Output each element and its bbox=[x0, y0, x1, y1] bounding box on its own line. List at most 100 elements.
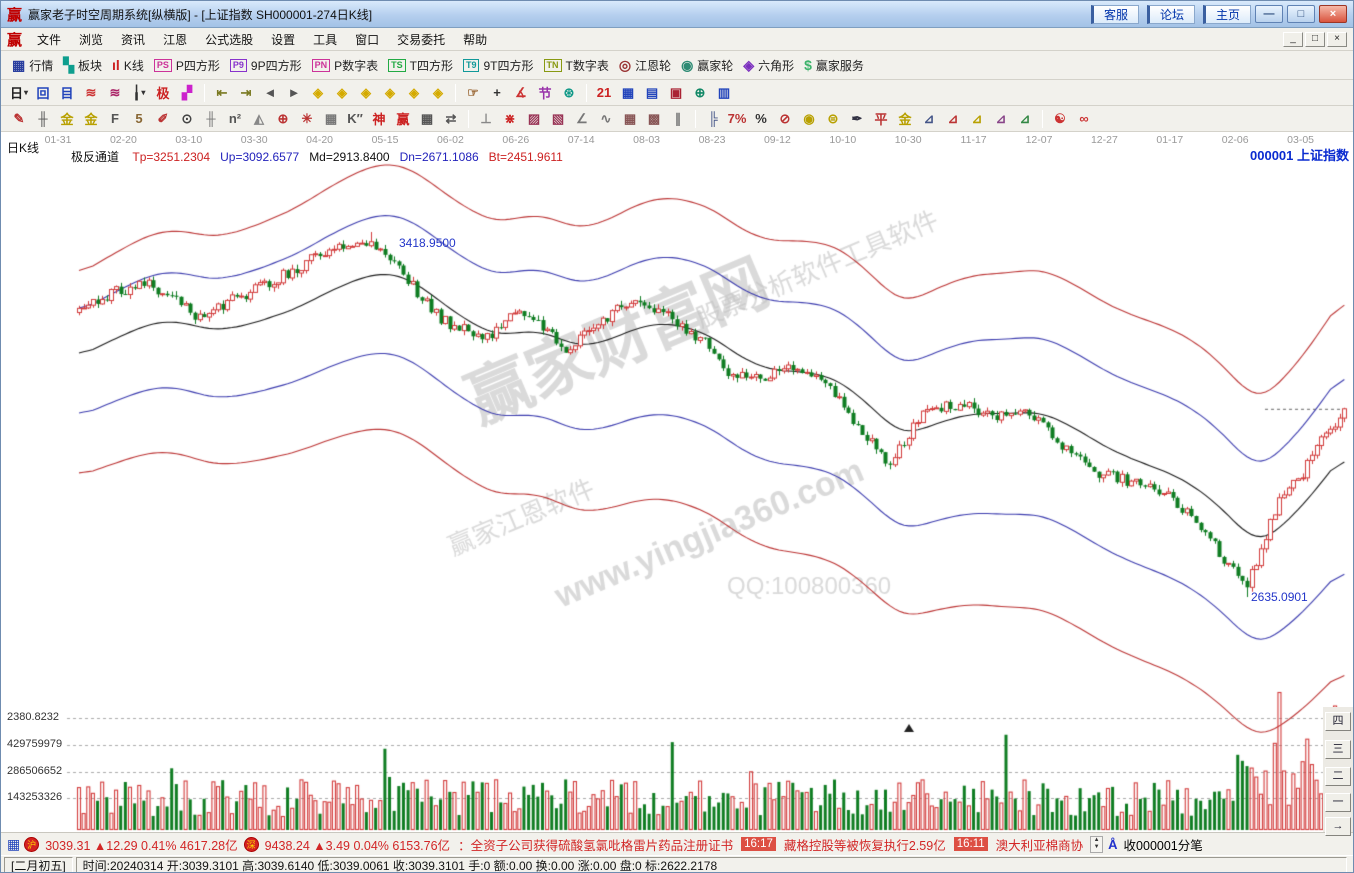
zoom-in-icon[interactable]: ◈ bbox=[379, 83, 401, 103]
hand-tool-icon[interactable]: ☞ bbox=[462, 83, 484, 103]
zoom-horizontal-icon[interactable]: ◈ bbox=[355, 83, 377, 103]
9t-square-button[interactable]: T99T四方形 bbox=[463, 57, 534, 74]
notes-icon[interactable]: ▤ bbox=[641, 83, 663, 103]
ruler-gold-1-icon[interactable]: 金 bbox=[56, 109, 78, 129]
menu-item-资讯[interactable]: 资讯 bbox=[112, 31, 154, 49]
quotes-button[interactable]: ▦行情 bbox=[12, 57, 53, 74]
grid-box-icon[interactable]: ▦ bbox=[320, 109, 342, 129]
menu-item-交易委托[interactable]: 交易委托 bbox=[388, 31, 454, 49]
star-burst-icon[interactable]: ✳ bbox=[296, 109, 318, 129]
wave-lines-icon[interactable]: ∿ bbox=[595, 109, 617, 129]
hexagon-button[interactable]: ◈六角形 bbox=[743, 57, 794, 74]
zoom-right-icon[interactable]: ◈ bbox=[331, 83, 353, 103]
jifan-channel-icon[interactable]: 极 bbox=[152, 83, 174, 103]
j-angle-icon[interactable]: ⊿ bbox=[918, 109, 940, 129]
grid-square-icon[interactable]: ▦ bbox=[619, 109, 641, 129]
color-chart-icon[interactable]: ▞ bbox=[176, 83, 198, 103]
minimize-button[interactable]: — bbox=[1255, 5, 1283, 23]
last-page-icon[interactable]: ⇥ bbox=[235, 83, 257, 103]
9p-square-button[interactable]: P99P四方形 bbox=[230, 57, 302, 74]
parallel-lines-icon[interactable]: ∥ bbox=[667, 109, 689, 129]
menu-item-文件[interactable]: 文件 bbox=[28, 31, 70, 49]
mdi-restore-button[interactable]: □ bbox=[1305, 32, 1325, 47]
wave-9-icon[interactable]: ≋ bbox=[104, 83, 126, 103]
yinyang-icon[interactable]: ☯ bbox=[1049, 109, 1071, 129]
gold-circle-icon[interactable]: ◉ bbox=[798, 109, 820, 129]
crosshair-tool-icon[interactable]: + bbox=[486, 83, 508, 103]
ticker-scroll-spinner[interactable]: ▲▼ bbox=[1090, 836, 1103, 853]
period-select-icon[interactable]: 日▾ bbox=[8, 83, 30, 103]
pane-split-button-4[interactable]: 一 bbox=[1325, 793, 1351, 812]
n-square-icon[interactable]: n² bbox=[224, 109, 246, 129]
gold-band-icon[interactable]: ⊜ bbox=[822, 109, 844, 129]
quote-grid-icon[interactable]: ▦ bbox=[7, 836, 20, 853]
prev-page-icon[interactable]: ◄ bbox=[259, 83, 281, 103]
p-table-button[interactable]: PNP数字表 bbox=[312, 57, 379, 74]
infinity-icon[interactable]: ∞ bbox=[1073, 109, 1095, 129]
brush-tool-icon[interactable]: ✒ bbox=[846, 109, 868, 129]
next-page-icon[interactable]: ► bbox=[283, 83, 305, 103]
close-button[interactable]: × bbox=[1319, 5, 1347, 23]
pencil-ruler-icon[interactable]: ✐ bbox=[152, 109, 174, 129]
menu-item-江恩[interactable]: 江恩 bbox=[154, 31, 196, 49]
trend-line-icon[interactable]: ⊿ bbox=[1014, 109, 1036, 129]
grid-123-icon[interactable]: ▦ bbox=[416, 109, 438, 129]
maximize-button[interactable]: □ bbox=[1287, 5, 1315, 23]
f10-info-icon[interactable]: 目 bbox=[56, 83, 78, 103]
pane-split-button-2[interactable]: 三 bbox=[1325, 740, 1351, 759]
fan-rays-icon[interactable]: ⋇ bbox=[499, 109, 521, 129]
zoom-all-icon[interactable]: ◈ bbox=[427, 83, 449, 103]
shade-box-icon[interactable]: ▧ bbox=[547, 109, 569, 129]
percent-icon[interactable]: % bbox=[750, 109, 772, 129]
wave-3-icon[interactable]: ≋ bbox=[80, 83, 102, 103]
time-circle-icon[interactable]: ⊙ bbox=[176, 109, 198, 129]
ying-tool-icon[interactable]: 赢 bbox=[392, 109, 414, 129]
mdi-minimize-button[interactable]: _ bbox=[1283, 32, 1303, 47]
ruler-5-icon[interactable]: 5 bbox=[128, 109, 150, 129]
forum-button[interactable]: 论坛 bbox=[1147, 5, 1195, 24]
net-tools-icon[interactable]: ⊕ bbox=[689, 83, 711, 103]
angle-lines-icon[interactable]: ∠ bbox=[571, 109, 593, 129]
t-table-button[interactable]: TNT数字表 bbox=[544, 57, 609, 74]
ruler-plain-icon[interactable]: ╫ bbox=[32, 109, 54, 129]
gann-node-icon[interactable]: 节 bbox=[534, 83, 556, 103]
pane-split-button-1[interactable]: 四 bbox=[1325, 712, 1351, 731]
t-square-button[interactable]: TST四方形 bbox=[388, 57, 453, 74]
p-square-button[interactable]: PSP四方形 bbox=[154, 57, 220, 74]
menu-item-公式选股[interactable]: 公式选股 bbox=[196, 31, 262, 49]
pane-split-button-3[interactable]: 二 bbox=[1325, 767, 1351, 786]
angle-measure-icon[interactable]: ∡ bbox=[510, 83, 532, 103]
tick-chart-icon[interactable]: Å bbox=[1108, 837, 1117, 852]
box-axis-icon[interactable]: ⊥ bbox=[475, 109, 497, 129]
menu-item-浏览[interactable]: 浏览 bbox=[70, 31, 112, 49]
scale-percent-icon[interactable]: ╠ bbox=[702, 109, 724, 129]
draw-pencil-icon[interactable]: ✎ bbox=[8, 109, 30, 129]
service-button[interactable]: 客服 bbox=[1091, 5, 1139, 24]
mdi-close-button[interactable]: × bbox=[1327, 32, 1347, 47]
winner-wheel-button[interactable]: ◉赢家轮 bbox=[681, 57, 733, 74]
ruler-gold-2-icon[interactable]: 金 bbox=[80, 109, 102, 129]
chip-line-icon[interactable]: ⊿ bbox=[990, 109, 1012, 129]
calculator-icon[interactable]: ▦ bbox=[617, 83, 639, 103]
save-icon[interactable]: ▣ bbox=[665, 83, 687, 103]
ruler-dense-icon[interactable]: ╫ bbox=[200, 109, 222, 129]
circle-cross-icon[interactable]: ⊕ bbox=[272, 109, 294, 129]
fan-box-icon[interactable]: ▨ bbox=[523, 109, 545, 129]
menu-item-工具[interactable]: 工具 bbox=[304, 31, 346, 49]
remote-pc-icon[interactable]: ▥ bbox=[713, 83, 735, 103]
menu-item-窗口[interactable]: 窗口 bbox=[346, 31, 388, 49]
gann-wheel-button[interactable]: ◎江恩轮 bbox=[619, 57, 671, 74]
winner-service-button[interactable]: $赢家服务 bbox=[804, 57, 864, 74]
menu-item-帮助[interactable]: 帮助 bbox=[454, 31, 496, 49]
sectors-button[interactable]: ▚板块 bbox=[63, 57, 102, 74]
speed-line-icon[interactable]: ⊿ bbox=[966, 109, 988, 129]
ruler-f-icon[interactable]: F bbox=[104, 109, 126, 129]
candle-style-icon[interactable]: ╽▾ bbox=[128, 83, 150, 103]
window-view-icon[interactable]: 回 bbox=[32, 83, 54, 103]
span-arrows-icon[interactable]: ⇄ bbox=[440, 109, 462, 129]
zoom-out-icon[interactable]: ◈ bbox=[403, 83, 425, 103]
pane-split-button-5[interactable]: → bbox=[1325, 817, 1351, 836]
home-button[interactable]: 主页 bbox=[1203, 5, 1251, 24]
shen-tool-icon[interactable]: 神 bbox=[368, 109, 390, 129]
mirror-tool-icon[interactable]: ◭ bbox=[248, 109, 270, 129]
